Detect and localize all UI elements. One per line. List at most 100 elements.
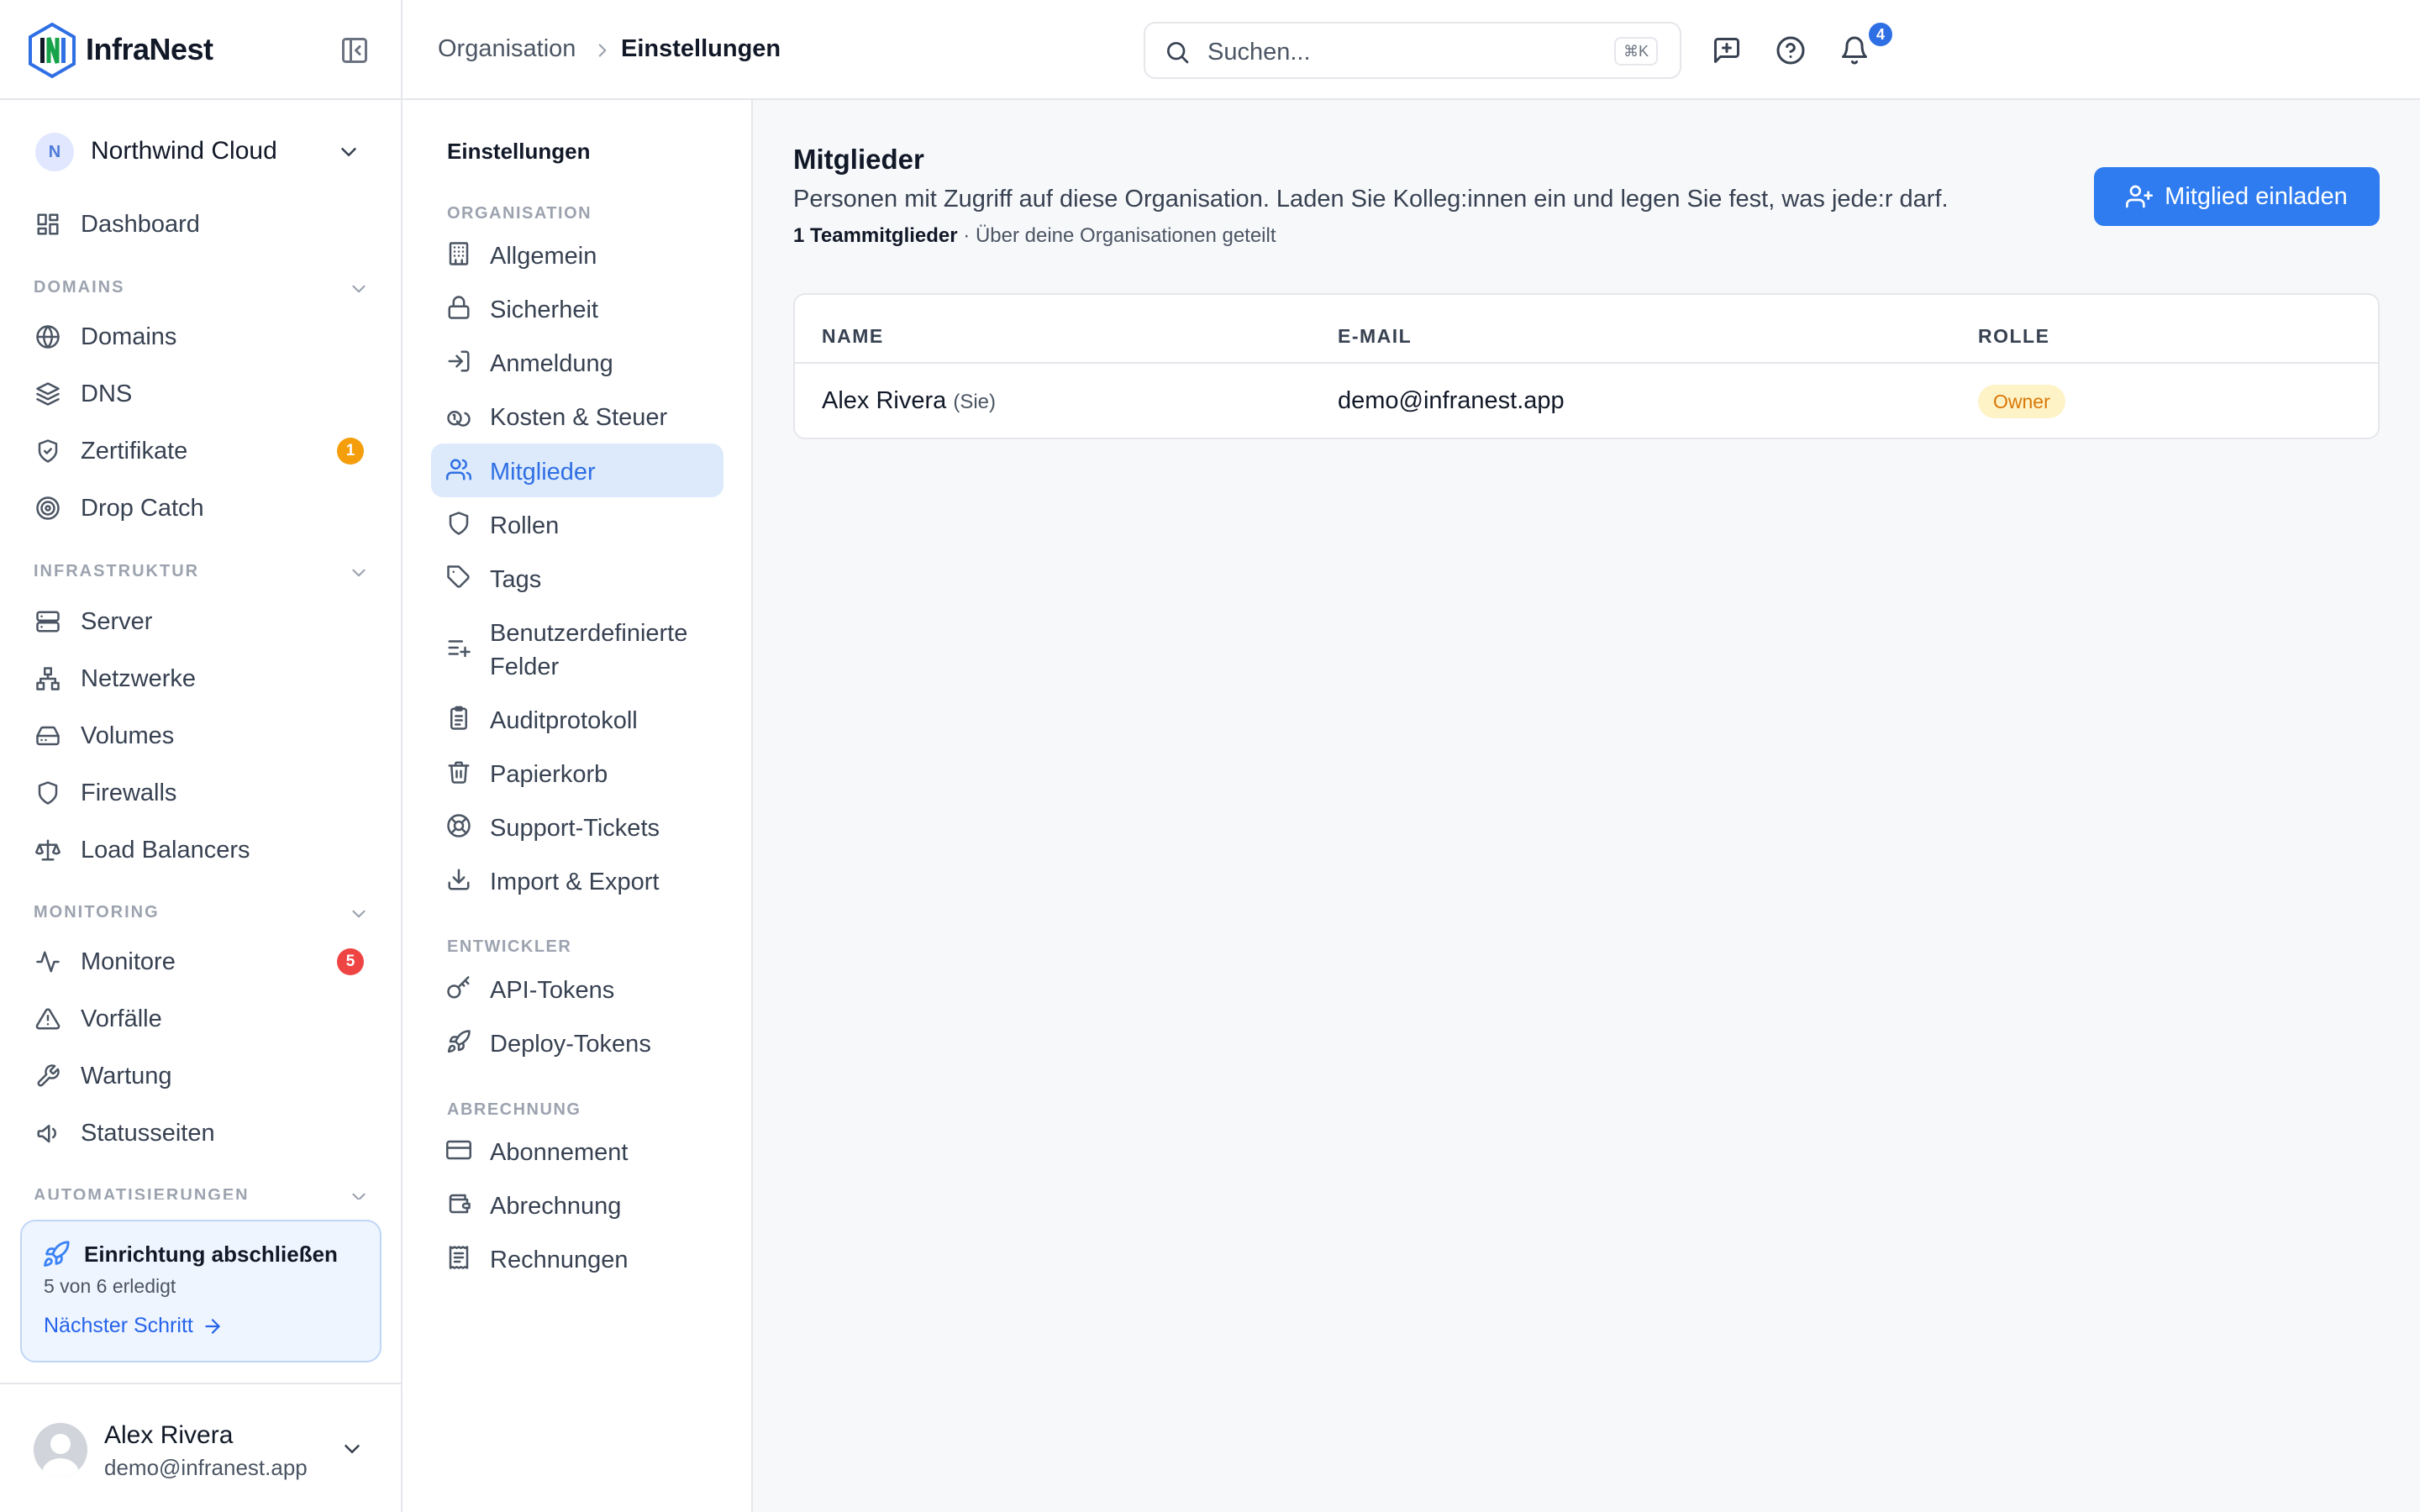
- infranest-logo-icon[interactable]: [27, 22, 77, 79]
- download-icon: [446, 867, 471, 892]
- member-name-text: Alex Rivera: [822, 387, 947, 414]
- member-count: 1 Teammitglieder · Über deine Organisati…: [793, 224, 1276, 248]
- user-menu[interactable]: Alex Rivera demo@infranest.app: [0, 1383, 402, 1512]
- setup-title: Einrichtung abschließen: [84, 1242, 338, 1267]
- sidebar-item-firewalls[interactable]: Firewalls: [22, 769, 381, 817]
- settings-item-audit-log[interactable]: Auditprotokoll: [431, 692, 723, 746]
- section-label: INFRASTRUKTUR: [34, 562, 200, 580]
- you-label: (Sie): [953, 391, 997, 413]
- settings-item-billing[interactable]: Abrechnung: [431, 1178, 723, 1231]
- org-switcher[interactable]: N Northwind Cloud: [22, 128, 381, 176]
- globe-icon: [35, 324, 60, 349]
- next-step-link[interactable]: Nächster Schritt: [44, 1314, 224, 1338]
- sidebar-item-dns[interactable]: DNS: [22, 370, 381, 418]
- settings-item-trash[interactable]: Papierkorb: [431, 746, 723, 800]
- settings-item-tags[interactable]: Tags: [431, 551, 723, 605]
- sidebar-item-load-balancers[interactable]: Load Balancers: [22, 826, 381, 874]
- collapse-sidebar-icon[interactable]: [339, 35, 370, 66]
- search-placeholder: Suchen...: [1207, 39, 1311, 66]
- activity-icon: [35, 949, 60, 974]
- settings-item-deploy-tokens[interactable]: Deploy-Tokens: [431, 1016, 723, 1069]
- sidebar-item-networks[interactable]: Netzwerke: [22, 654, 381, 703]
- settings-item-label: Mitglieder: [490, 459, 596, 486]
- settings-item-custom-fields[interactable]: Benutzerdefinierte Felder: [431, 605, 723, 692]
- settings-item-subscription[interactable]: Abonnement: [431, 1124, 723, 1178]
- settings-item-security[interactable]: Sicherheit: [431, 281, 723, 335]
- member-email: demo@infranest.app: [1338, 387, 1565, 414]
- sidebar-item-label: Firewalls: [81, 780, 177, 806]
- settings-item-general[interactable]: Allgemein: [431, 228, 723, 281]
- column-header-name[interactable]: NAME: [822, 325, 884, 348]
- receipt-icon: [446, 1245, 471, 1270]
- settings-item-roles[interactable]: Rollen: [431, 497, 723, 551]
- org-name: Northwind Cloud: [91, 137, 277, 165]
- sidebar-item-domains[interactable]: Domains: [22, 312, 381, 361]
- count-badge: 1: [337, 438, 364, 465]
- arrow-right-icon: [202, 1315, 224, 1337]
- help-icon[interactable]: [1776, 35, 1806, 66]
- sidebar-item-label: Dashboard: [81, 211, 200, 238]
- column-header-email[interactable]: E-MAIL: [1338, 325, 1412, 348]
- settings-item-label: Rollen: [490, 512, 560, 539]
- breadcrumb-organisation[interactable]: Organisation: [438, 35, 576, 63]
- shield-icon: [446, 511, 471, 536]
- column-header-role[interactable]: ROLLE: [1978, 325, 2049, 348]
- sidebar-item-label: Wartung: [81, 1063, 172, 1089]
- brand-name: InfraNest: [86, 32, 213, 66]
- dashboard-icon: [35, 212, 60, 237]
- clipboard-list-icon: [446, 706, 471, 731]
- section-organisation: ORGANISATION: [447, 204, 592, 223]
- settings-item-label: Papierkorb: [490, 761, 608, 788]
- settings-item-api-tokens[interactable]: API-Tokens: [431, 962, 723, 1016]
- chevron-down-icon: [348, 278, 370, 300]
- sidebar-item-label: Server: [81, 608, 153, 635]
- sidebar-item-drop-catch[interactable]: Drop Catch: [22, 484, 381, 533]
- settings-item-label: Allgemein: [490, 243, 597, 270]
- section-domains[interactable]: DOMAINS: [34, 278, 370, 303]
- feedback-icon[interactable]: [1712, 35, 1742, 66]
- section-infrastructure[interactable]: INFRASTRUKTUR: [34, 562, 370, 587]
- sidebar-item-status-pages[interactable]: Statusseiten: [22, 1109, 381, 1158]
- search-input[interactable]: Suchen... ⌘K: [1144, 22, 1681, 79]
- settings-item-label: Sicherheit: [490, 297, 598, 323]
- invite-member-button[interactable]: Mitglied einladen: [2094, 167, 2380, 226]
- sidebar-item-monitors[interactable]: Monitore 5: [22, 937, 381, 986]
- sidebar-item-server[interactable]: Server: [22, 597, 381, 646]
- tag-icon: [446, 564, 471, 590]
- settings-item-support-tickets[interactable]: Support-Tickets: [431, 800, 723, 853]
- sidebar-item-label: Statusseiten: [81, 1120, 215, 1147]
- sidebar-item-maintenance[interactable]: Wartung: [22, 1052, 381, 1100]
- settings-item-login[interactable]: Anmeldung: [431, 335, 723, 389]
- avatar: [34, 1423, 87, 1477]
- section-label: MONITORING: [34, 903, 160, 921]
- sidebar-item-dashboard[interactable]: Dashboard: [22, 200, 381, 249]
- list-plus-icon: [446, 635, 471, 660]
- rocket-icon: [446, 1029, 471, 1054]
- settings-item-label: Auditprotokoll: [490, 707, 638, 734]
- shield-icon: [35, 780, 60, 806]
- top-bar: Organisation Einstellungen Suchen... ⌘K …: [402, 0, 2420, 100]
- settings-item-invoices[interactable]: Rechnungen: [431, 1231, 723, 1285]
- table-row[interactable]: Alex Rivera (Sie) demo@infranest.app Own…: [795, 364, 2378, 438]
- megaphone-icon: [35, 1121, 60, 1146]
- settings-nav: Einstellungen ORGANISATION Allgemein Sic…: [402, 100, 753, 1512]
- chevron-down-icon: [348, 1186, 370, 1200]
- breadcrumb-current: Einstellungen: [621, 35, 781, 62]
- sidebar-item-label: DNS: [81, 381, 133, 407]
- settings-item-members[interactable]: Mitglieder: [431, 444, 723, 497]
- sidebar-item-incidents[interactable]: Vorfälle: [22, 995, 381, 1043]
- sidebar-item-certificates[interactable]: Zertifikate 1: [22, 427, 381, 475]
- sidebar-nav[interactable]: Dashboard DOMAINS Domains DNS Zertifikat…: [0, 195, 402, 1200]
- key-icon: [446, 975, 471, 1000]
- sidebar-item-label: Netzwerke: [81, 665, 196, 692]
- bell-icon[interactable]: [1839, 35, 1870, 66]
- log-in-icon: [446, 349, 471, 374]
- user-name: Alex Rivera: [104, 1421, 234, 1449]
- section-monitoring[interactable]: MONITORING: [34, 903, 370, 928]
- settings-item-costs-tax[interactable]: Kosten & Steuer: [431, 389, 723, 443]
- section-developer: ENTWICKLER: [447, 937, 572, 956]
- sidebar-item-volumes[interactable]: Volumes: [22, 711, 381, 760]
- org-avatar: N: [35, 133, 74, 171]
- settings-item-import-export[interactable]: Import & Export: [431, 853, 723, 907]
- section-automation[interactable]: AUTOMATISIERUNGEN: [34, 1186, 370, 1200]
